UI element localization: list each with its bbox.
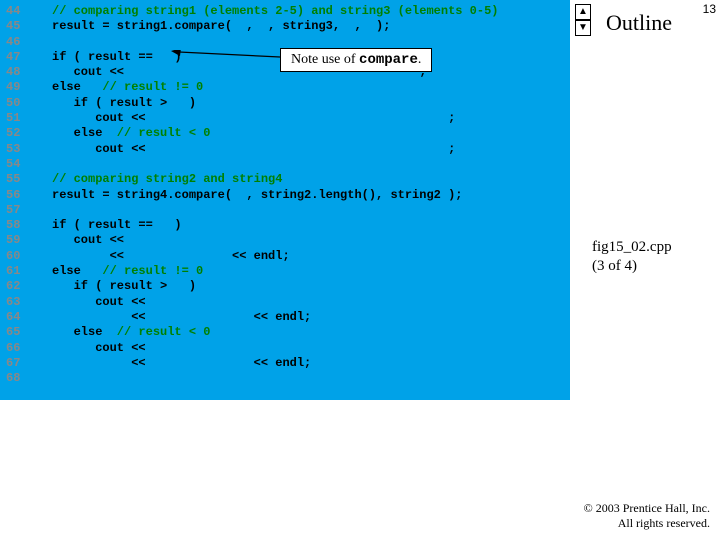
caption-part: (3 of 4) xyxy=(592,257,672,276)
code-text: if ( result > ) xyxy=(40,279,196,293)
code-line: 66 cout << xyxy=(0,341,570,356)
code-line: 68 xyxy=(0,371,570,386)
code-line: 49else // result != 0 xyxy=(0,80,570,95)
code-text: << << endl; xyxy=(40,356,311,370)
code-line: 58if ( result == ) xyxy=(0,218,570,233)
code-line: 59 cout << xyxy=(0,233,570,248)
line-number: 46 xyxy=(0,35,40,49)
outline-heading: Outline xyxy=(606,10,672,36)
line-number: 56 xyxy=(0,188,40,202)
code-line: 64 << << endl; xyxy=(0,310,570,325)
line-number: 52 xyxy=(0,126,40,140)
caption: fig15_02.cpp (3 of 4) xyxy=(592,238,672,276)
code-line: 60 << << endl; xyxy=(0,249,570,264)
code-line: 57 xyxy=(0,203,570,218)
code-text: result = string1.compare( , , string3, ,… xyxy=(40,19,390,33)
line-number: 51 xyxy=(0,111,40,125)
copyright: © 2003 Prentice Hall, Inc. All rights re… xyxy=(584,501,710,530)
code-line: 52 else // result < 0 xyxy=(0,126,570,141)
code-line: 45result = string1.compare( , , string3,… xyxy=(0,19,570,34)
line-number: 62 xyxy=(0,279,40,293)
line-number: 60 xyxy=(0,249,40,263)
line-number: 66 xyxy=(0,341,40,355)
line-number: 58 xyxy=(0,218,40,232)
line-number: 61 xyxy=(0,264,40,278)
code-line: 51 cout << ; xyxy=(0,111,570,126)
code-line: 65 else // result < 0 xyxy=(0,325,570,340)
line-number: 47 xyxy=(0,50,40,64)
code-line: 44// comparing string1 (elements 2-5) an… xyxy=(0,4,570,19)
annotation-prefix: Note use of xyxy=(291,52,359,67)
code-line: 62 if ( result > ) xyxy=(0,279,570,294)
caption-file: fig15_02.cpp xyxy=(592,238,672,257)
code-line: 67 << << endl; xyxy=(0,356,570,371)
code-line: 55// comparing string2 and string4 xyxy=(0,172,570,187)
line-number: 53 xyxy=(0,142,40,156)
line-number: 45 xyxy=(0,19,40,33)
code-text: cout << xyxy=(40,233,124,247)
code-text: else // result != 0 xyxy=(40,264,203,278)
code-line: 63 cout << xyxy=(0,295,570,310)
code-text: // comparing string2 and string4 xyxy=(40,172,282,186)
code-line: 54 xyxy=(0,157,570,172)
line-number: 68 xyxy=(0,371,40,385)
line-number: 59 xyxy=(0,233,40,247)
line-number: 54 xyxy=(0,157,40,171)
line-number: 64 xyxy=(0,310,40,324)
nav-down-button[interactable]: ▼ xyxy=(575,20,591,36)
copyright-line2: All rights reserved. xyxy=(584,516,710,530)
line-number: 67 xyxy=(0,356,40,370)
code-text: << << endl; xyxy=(40,310,311,324)
code-text: cout << ; xyxy=(40,111,455,125)
code-line: 56result = string4.compare( , string2.le… xyxy=(0,188,570,203)
code-text: if ( result == ) xyxy=(40,218,182,232)
code-line: 50 if ( result > ) xyxy=(0,96,570,111)
code-text: else // result < 0 xyxy=(40,126,210,140)
annotation-suffix: . xyxy=(418,52,422,67)
slide-number: 13 xyxy=(703,2,716,16)
line-number: 44 xyxy=(0,4,40,18)
code-text: // comparing string1 (elements 2-5) and … xyxy=(40,4,498,18)
line-number: 49 xyxy=(0,80,40,94)
code-line: 53 cout << ; xyxy=(0,142,570,157)
code-text: else // result < 0 xyxy=(40,325,210,339)
line-number: 63 xyxy=(0,295,40,309)
nav-buttons: ▲ ▼ xyxy=(575,4,591,36)
line-number: 57 xyxy=(0,203,40,217)
code-text: cout << ; xyxy=(40,142,455,156)
code-text: if ( result > ) xyxy=(40,96,196,110)
copyright-line1: © 2003 Prentice Hall, Inc. xyxy=(584,501,710,515)
line-number: 65 xyxy=(0,325,40,339)
nav-up-button[interactable]: ▲ xyxy=(575,4,591,20)
line-number: 50 xyxy=(0,96,40,110)
code-line: 61else // result != 0 xyxy=(0,264,570,279)
code-text: if ( result == ) xyxy=(40,50,182,64)
annotation-keyword: compare xyxy=(359,52,418,68)
code-text: cout << xyxy=(40,341,146,355)
code-text: cout << xyxy=(40,295,146,309)
annotation-callout: Note use of compare. xyxy=(280,48,432,72)
code-text: result = string4.compare( , string2.leng… xyxy=(40,188,462,202)
code-text: << << endl; xyxy=(40,249,290,263)
line-number: 55 xyxy=(0,172,40,186)
code-text: else // result != 0 xyxy=(40,80,203,94)
line-number: 48 xyxy=(0,65,40,79)
